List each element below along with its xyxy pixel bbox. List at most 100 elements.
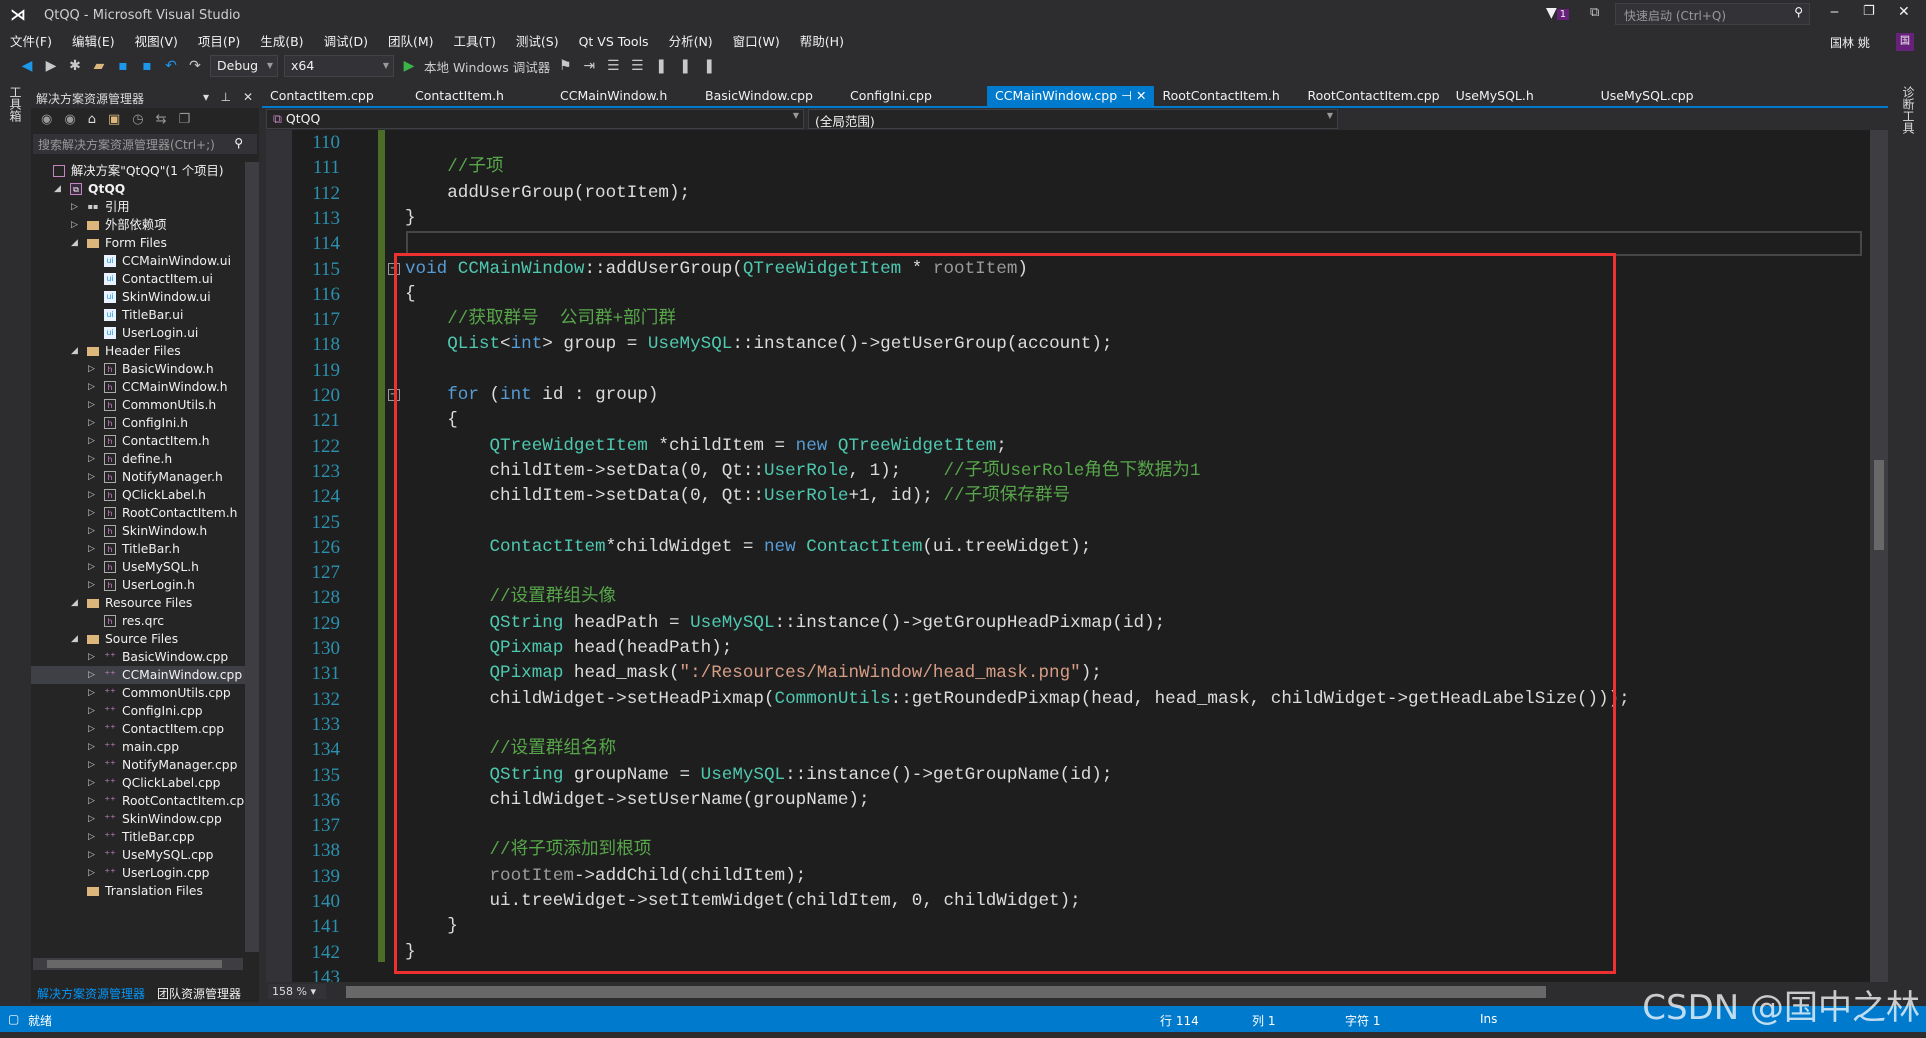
platform-select[interactable]: x64 ▼ [284,55,394,77]
redo-icon[interactable]: ↷ [186,58,204,74]
minimize-button[interactable]: ‒ [1830,4,1839,20]
dropdown-icon[interactable]: ▾ [203,90,209,104]
expanded-arrow-icon[interactable]: ◢ [71,234,83,252]
tree-item[interactable]: ui SkinWindow.ui [31,288,245,306]
save-icon[interactable]: ▪ [114,58,132,74]
switch-views-icon[interactable]: ▣ [108,112,120,130]
tree-item[interactable]: ▷ ▪▪ 引用 [31,198,245,216]
collapsed-arrow-icon[interactable]: ▷ [88,666,100,684]
close-button[interactable]: ✕ [1898,4,1910,20]
menu-item[interactable]: 测试(S) [506,32,569,52]
tree-item[interactable]: ▷ h QClickLabel.h [31,486,245,504]
tab-usemysql-h[interactable]: UseMySQL.h [1448,86,1593,106]
uncomment-icon[interactable]: ☰ [628,58,646,74]
collapsed-arrow-icon[interactable]: ▷ [88,702,100,720]
collapsed-arrow-icon[interactable]: ▷ [88,684,100,702]
debugger-button[interactable]: 本地 Windows 调试器 [424,57,550,76]
diagnostics-label[interactable]: 诊断工具 [1900,86,1917,134]
toolbox-label[interactable]: 工具箱 [7,86,24,122]
save-all-icon[interactable]: ▪ [138,58,156,74]
bookmark-icon[interactable]: ❚ [652,58,670,74]
collapsed-arrow-icon[interactable]: ▷ [88,774,100,792]
pin-icon[interactable]: ⊥ [221,90,231,104]
tab-solution-explorer[interactable]: 解决方案资源管理器 [31,983,152,1003]
toolbox-strip[interactable]: 工具箱 [0,82,30,1002]
collapsed-arrow-icon[interactable]: ▷ [88,450,100,468]
tree-item[interactable]: ▷ ⁺⁺ CommonUtils.cpp [31,684,245,702]
collapsed-arrow-icon[interactable]: ▷ [88,756,100,774]
tree-item[interactable]: ▷ h UseMySQL.h [31,558,245,576]
tree-item[interactable]: ▷ h CommonUtils.h [31,396,245,414]
tree-item[interactable]: h res.qrc [31,612,245,630]
sync-icon[interactable]: ⇆ [156,112,167,130]
menu-item[interactable]: 团队(M) [378,32,444,52]
collapsed-arrow-icon[interactable]: ▷ [88,504,100,522]
tab-contactitem-cpp[interactable]: ContactItem.cpp [262,86,407,106]
tree-item[interactable]: ▷ h define.h [31,450,245,468]
back-icon[interactable]: ◉ [41,112,52,130]
new-project-icon[interactable]: ✱ [66,58,84,74]
tree-item[interactable]: ▷ ⁺⁺ main.cpp [31,738,245,756]
menu-item[interactable]: 窗口(W) [723,32,790,52]
collapsed-arrow-icon[interactable]: ▷ [71,198,83,216]
menu-item[interactable]: Qt VS Tools [569,32,659,52]
collapsed-arrow-icon[interactable]: ▷ [88,864,100,882]
home-icon[interactable]: ⌂ [88,112,96,130]
tree-item[interactable]: ▷ ⁺⁺ NotifyManager.cpp [31,756,245,774]
pending-changes-icon[interactable]: ◷ [132,112,143,130]
tree-item[interactable]: ▷ ⁺⁺ BasicWindow.cpp [31,648,245,666]
collapsed-arrow-icon[interactable]: ▷ [88,540,100,558]
tree-item[interactable]: ui ContactItem.ui [31,270,245,288]
user-name[interactable]: 国林 姚 [1830,34,1870,51]
expanded-arrow-icon[interactable]: ◢ [71,630,83,648]
menu-item[interactable]: 调试(D) [314,32,378,52]
tree-item[interactable]: Translation Files [31,882,245,900]
tree-item[interactable]: ▷ h RootContactItem.h [31,504,245,522]
menu-item[interactable]: 文件(F) [0,32,62,52]
scroll-thumb[interactable] [47,960,222,968]
menu-item[interactable]: 项目(P) [188,32,250,52]
tree-item[interactable]: ▷ h ContactItem.h [31,432,245,450]
collapsed-arrow-icon[interactable]: ▷ [88,648,100,666]
start-debug-icon[interactable]: ▶ [400,58,418,74]
tree-item[interactable]: ▷ ⁺⁺ UseMySQL.cpp [31,846,245,864]
tab-rootcontactitem-cpp[interactable]: RootContactItem.cpp [1299,86,1447,106]
filter-notifications-icon[interactable]: ▼ 1 [1546,5,1570,21]
collapsed-arrow-icon[interactable]: ▷ [71,216,83,234]
menu-item[interactable]: 生成(B) [250,32,313,52]
tree-item[interactable]: ▷ ⁺⁺ ContactItem.cpp [31,720,245,738]
tree-item[interactable]: ▷ 外部依赖项 [31,216,245,234]
menu-item[interactable]: 视图(V) [125,32,188,52]
tree-item[interactable]: ▷ ⁺⁺ SkinWindow.cpp [31,810,245,828]
tree-item[interactable]: ◢ Form Files [31,234,245,252]
tab-ccmainwindow-h[interactable]: CCMainWindow.h [552,86,697,106]
tree-item[interactable]: ui UserLogin.ui [31,324,245,342]
find-icon[interactable]: ⚑ [556,58,574,74]
tree-item[interactable]: ▷ h SkinWindow.h [31,522,245,540]
expanded-arrow-icon[interactable]: ◢ [54,180,66,198]
tree-item[interactable]: ▷ h NotifyManager.h [31,468,245,486]
tab-basicwindow-cpp[interactable]: BasicWindow.cpp [697,86,842,106]
scroll-thumb[interactable] [1874,460,1884,550]
tree-item[interactable]: ▷ ⁺⁺ ConfigIni.cpp [31,702,245,720]
menu-item[interactable]: 帮助(H) [790,32,854,52]
step-icon[interactable]: ⇥ [580,58,598,74]
editor-vertical-scrollbar[interactable] [1870,130,1888,982]
tab-rootcontactitem-h[interactable]: RootContactItem.h [1154,86,1299,106]
collapsed-arrow-icon[interactable]: ▷ [88,522,100,540]
user-avatar[interactable]: 国 [1896,33,1914,51]
tree-item[interactable]: ▷ ⁺⁺ CCMainWindow.cpp [31,666,245,684]
open-file-icon[interactable]: ▰ [90,58,108,74]
feedback-icon[interactable]: ⧉ [1590,5,1599,20]
menu-item[interactable]: 工具(T) [444,32,506,52]
tab-ccmainwindow-cpp[interactable]: CCMainWindow.cpp ⊣ ✕ [987,86,1155,106]
menu-item[interactable]: 分析(N) [659,32,723,52]
collapsed-arrow-icon[interactable]: ▷ [88,396,100,414]
undo-icon[interactable]: ↶ [162,58,180,74]
tree-item[interactable]: 解决方案"QtQQ"(1 个项目) [31,162,245,180]
tree-item[interactable]: ◢ Header Files [31,342,245,360]
forward-icon[interactable]: ◉ [64,112,75,130]
collapsed-arrow-icon[interactable]: ▷ [88,792,100,810]
collapsed-arrow-icon[interactable]: ▷ [88,558,100,576]
tab-configini-cpp[interactable]: ConfigIni.cpp [842,86,987,106]
